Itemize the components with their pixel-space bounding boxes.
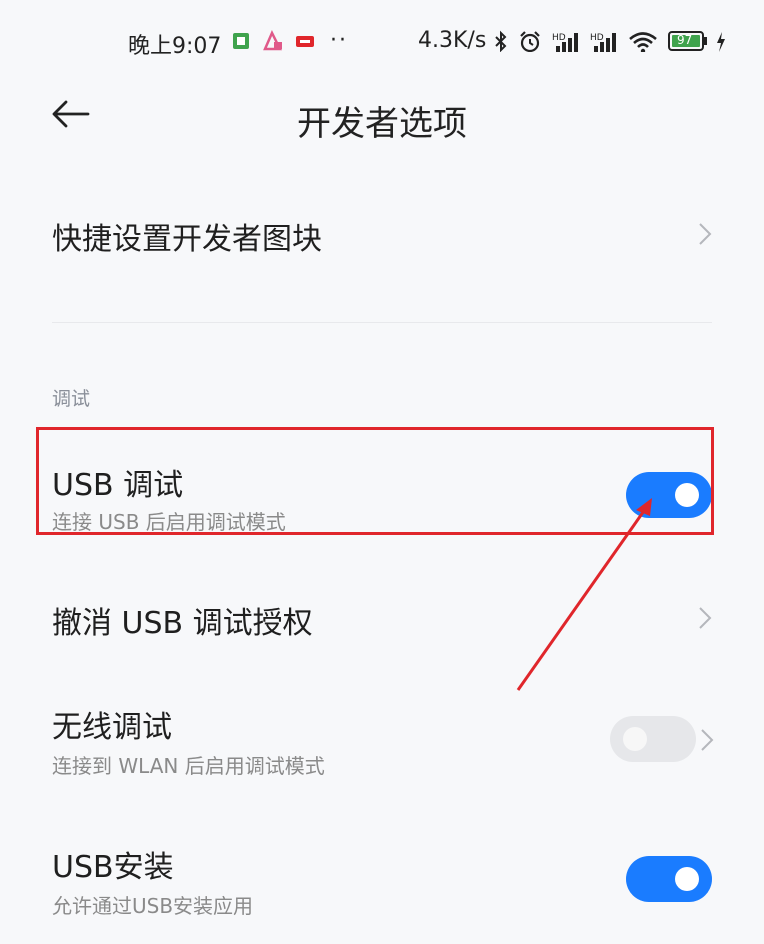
usb-install-toggle[interactable]	[626, 856, 712, 902]
revoke-usb-row[interactable]: 撤消 USB 调试授权	[0, 580, 764, 660]
revoke-usb-title: 撤消 USB 调试授权	[52, 606, 313, 641]
notification-app-icon-2	[263, 30, 283, 51]
chevron-right-icon	[699, 607, 712, 629]
quick-tiles-title: 快捷设置开发者图块	[52, 222, 322, 257]
usb-install-title: USB安装	[52, 850, 174, 885]
battery-level: 97	[677, 33, 693, 47]
quick-tiles-row[interactable]: 快捷设置开发者图块	[0, 190, 764, 280]
toggle-knob	[623, 727, 647, 751]
chevron-right-icon	[699, 223, 712, 245]
notification-app-icon	[233, 33, 249, 49]
wireless-debug-row[interactable]: 无线调试 连接到 WLAN 后启用调试模式	[0, 690, 764, 790]
charging-icon	[717, 32, 725, 52]
svg-text:HD: HD	[590, 33, 604, 43]
wifi-icon	[629, 32, 657, 52]
status-dots: ··	[330, 28, 348, 53]
bluetooth-icon	[495, 30, 507, 52]
toggle-knob	[675, 867, 699, 891]
battery-icon: 97	[668, 31, 708, 51]
svg-text:HD: HD	[552, 33, 566, 43]
divider	[52, 322, 712, 323]
page-title: 开发者选项	[297, 104, 467, 144]
usb-install-row[interactable]: USB安装 允许通过USB安装应用	[0, 830, 764, 930]
signal-icon: HD	[552, 33, 578, 52]
section-header-debug: 调试	[52, 388, 91, 410]
wireless-debug-toggle[interactable]	[610, 716, 696, 762]
status-time: 晚上9:07	[128, 34, 222, 59]
chevron-right-icon	[701, 729, 714, 751]
usb-install-subtitle: 允许通过USB安装应用	[52, 894, 254, 918]
network-speed: 4.3K/s	[418, 28, 487, 53]
signal-icon-2: HD	[590, 33, 616, 52]
alarm-icon	[520, 31, 540, 52]
wireless-debug-title: 无线调试	[52, 710, 172, 745]
notification-app-icon-3	[296, 36, 314, 47]
wireless-debug-subtitle: 连接到 WLAN 后启用调试模式	[52, 754, 325, 778]
